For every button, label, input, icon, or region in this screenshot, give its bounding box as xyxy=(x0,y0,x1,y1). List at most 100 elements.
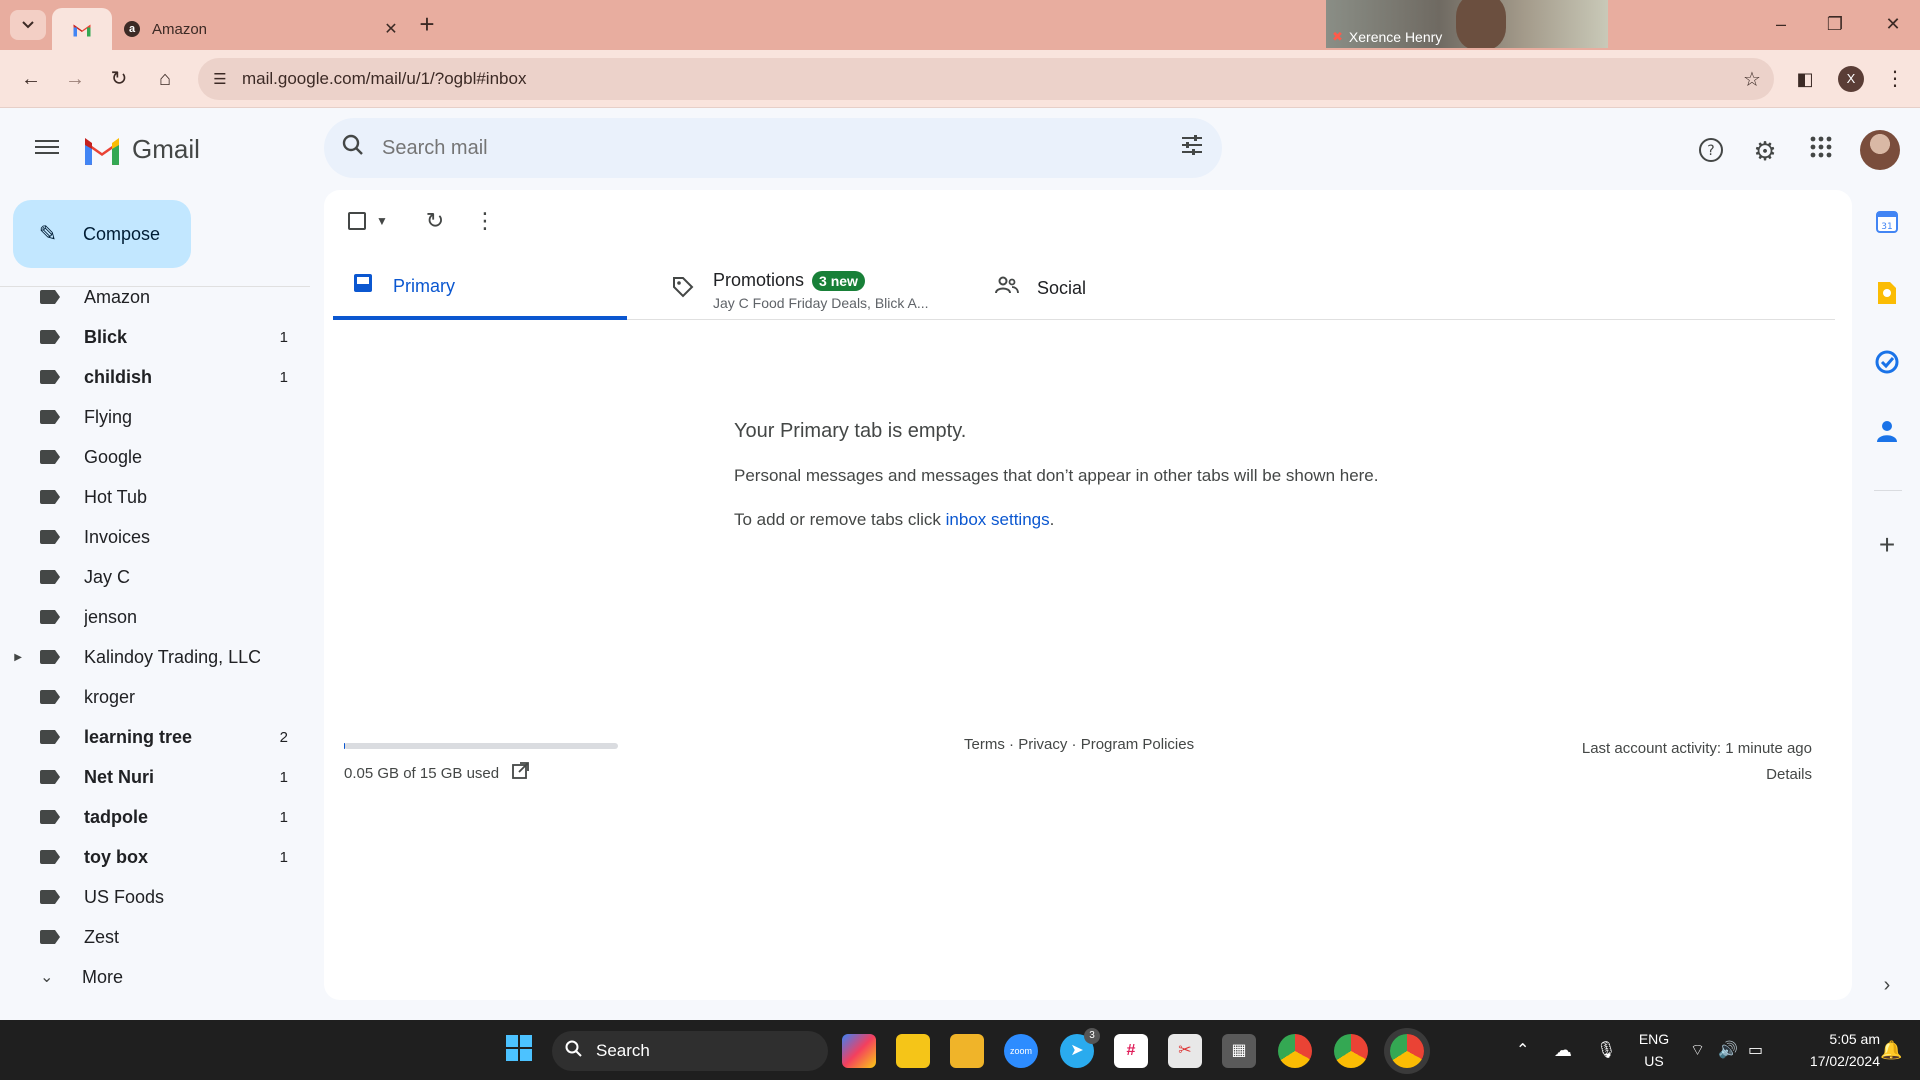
volume-icon[interactable]: 🔊 xyxy=(1718,1020,1738,1080)
google-apps-icon[interactable] xyxy=(1806,136,1836,166)
gmail-header: Gmail ? ⚙ xyxy=(0,108,1920,188)
browser-profile-avatar[interactable]: X xyxy=(1838,66,1864,92)
activity-details-link[interactable]: Details xyxy=(1766,766,1812,783)
calculator-icon[interactable]: ▦ xyxy=(1222,1034,1256,1068)
reload-button[interactable]: ↻ xyxy=(104,64,134,94)
windows-start-icon[interactable] xyxy=(502,1034,536,1068)
copilot-icon[interactable] xyxy=(842,1034,876,1068)
close-tab-icon[interactable]: ✕ xyxy=(380,19,402,39)
address-bar[interactable]: ☰ mail.google.com/mail/u/1/?ogbl#inbox ☆ xyxy=(198,58,1774,100)
label-item-us-foods[interactable]: US Foods xyxy=(0,877,300,917)
taskbar-search[interactable]: Search xyxy=(552,1031,828,1071)
sticky-notes-icon[interactable] xyxy=(896,1034,930,1068)
main-menu-icon[interactable] xyxy=(32,136,62,160)
label-item-google[interactable]: Google xyxy=(0,437,300,477)
video-call-preview[interactable]: ✖ Xerence Henry xyxy=(1326,0,1608,48)
tasks-icon[interactable] xyxy=(1872,350,1902,380)
label-item-flying[interactable]: Flying xyxy=(0,397,300,437)
restore-button[interactable]: ❐ xyxy=(1812,8,1858,40)
select-dropdown-icon[interactable]: ▼ xyxy=(372,206,392,236)
last-activity-text: Last account activity: 1 minute ago xyxy=(1581,740,1812,757)
browser-tab-amazon[interactable]: a Amazon ✕ xyxy=(112,8,402,50)
browser-tab-gmail[interactable] xyxy=(52,8,112,50)
snipping-tool-icon[interactable]: ✂ xyxy=(1168,1034,1202,1068)
chrome-active-icon[interactable] xyxy=(1390,1034,1424,1068)
tab-primary[interactable]: Primary xyxy=(333,256,627,320)
label-item-toy-box[interactable]: toy box 1 xyxy=(0,837,300,877)
close-window-button[interactable]: ✕ xyxy=(1870,8,1916,40)
clock-date: 17/02/2024 xyxy=(1809,1053,1880,1069)
battery-icon[interactable]: ▭ xyxy=(1748,1020,1763,1080)
site-info-icon[interactable]: ☰ xyxy=(198,70,242,88)
browser-toolbar: ← → ↻ ⌂ ☰ mail.google.com/mail/u/1/?ogbl… xyxy=(0,50,1920,108)
file-explorer-icon[interactable] xyxy=(950,1034,984,1068)
label-item-learning-tree[interactable]: learning tree 2 xyxy=(0,717,300,757)
compose-button[interactable]: ✎ Compose xyxy=(13,200,191,268)
label-item-net-nuri[interactable]: Net Nuri 1 xyxy=(0,757,300,797)
privacy-link[interactable]: Privacy xyxy=(1018,736,1067,753)
search-bar[interactable] xyxy=(324,118,1222,178)
language-indicator[interactable]: ENG US xyxy=(1636,1028,1672,1072)
account-avatar[interactable] xyxy=(1860,130,1900,170)
add-addon-icon[interactable]: + xyxy=(1872,530,1902,560)
expand-arrow-icon[interactable]: ▶ xyxy=(0,652,22,663)
help-icon[interactable]: ? xyxy=(1696,136,1726,166)
onedrive-icon[interactable]: ☁ xyxy=(1554,1020,1572,1080)
back-button[interactable]: ← xyxy=(16,64,46,94)
show-hidden-icons-icon[interactable]: ⌃ xyxy=(1516,1020,1529,1080)
refresh-icon[interactable]: ↻ xyxy=(420,206,450,236)
chrome-profile-icon[interactable] xyxy=(1334,1034,1368,1068)
terms-link[interactable]: Terms xyxy=(964,736,1005,753)
side-panel-icon[interactable]: ◧ xyxy=(1790,64,1820,94)
label-item-hot-tub[interactable]: Hot Tub xyxy=(0,477,300,517)
browser-menu-icon[interactable]: ⋮ xyxy=(1880,64,1910,94)
calendar-icon[interactable]: 31 xyxy=(1872,210,1902,240)
label-item-childish[interactable]: childish 1 xyxy=(0,357,300,397)
more-labels-toggle[interactable]: ⌄ More xyxy=(0,957,300,997)
label-item-invoices[interactable]: Invoices xyxy=(0,517,300,557)
program-policies-link[interactable]: Program Policies xyxy=(1081,736,1194,753)
bookmark-star-icon[interactable]: ☆ xyxy=(1730,67,1774,92)
home-button[interactable]: ⌂ xyxy=(150,64,180,94)
keep-icon[interactable] xyxy=(1872,280,1902,310)
label-item-jay-c[interactable]: Jay C xyxy=(0,557,300,597)
tab-promotions-label: Promotions xyxy=(713,270,805,290)
gmail-logo[interactable]: Gmail xyxy=(82,134,200,165)
tab-search-button[interactable] xyxy=(10,10,46,40)
tab-social[interactable]: Social xyxy=(977,256,1177,320)
new-tab-button[interactable]: + xyxy=(412,10,442,40)
hide-side-panel-icon[interactable]: › xyxy=(1872,970,1902,1000)
new-count-badge: 3 new xyxy=(812,270,865,291)
tab-promotions[interactable]: Promotions 3 new Jay C Food Friday Deals… xyxy=(653,256,933,320)
label-item-tadpole[interactable]: tadpole 1 xyxy=(0,797,300,837)
label-item-amazon[interactable]: Amazon xyxy=(0,277,300,317)
minimize-button[interactable]: – xyxy=(1758,8,1804,40)
label-item-kroger[interactable]: kroger xyxy=(0,677,300,717)
select-all-checkbox[interactable] xyxy=(348,212,366,230)
label-icon xyxy=(40,610,60,624)
more-actions-icon[interactable]: ⋮ xyxy=(470,206,500,236)
label-item-zest[interactable]: Zest xyxy=(0,917,300,957)
forward-button[interactable]: → xyxy=(60,64,90,94)
search-input[interactable] xyxy=(382,136,1162,160)
notifications-bell-icon[interactable]: 🔔 xyxy=(1880,1020,1902,1080)
contacts-icon[interactable] xyxy=(1872,420,1902,450)
label-icon xyxy=(40,450,60,464)
chrome-icon[interactable] xyxy=(1278,1034,1312,1068)
open-external-icon[interactable] xyxy=(511,762,530,784)
label-item-blick[interactable]: Blick 1 xyxy=(0,317,300,357)
label-icon xyxy=(40,570,60,584)
label-item-jenson[interactable]: jenson xyxy=(0,597,300,637)
label-item-kalindoy-trading[interactable]: ▶Kalindoy Trading, LLC - ... xyxy=(0,637,300,677)
search-icon[interactable] xyxy=(324,134,382,162)
inbox-settings-link[interactable]: inbox settings xyxy=(946,510,1050,529)
url-text[interactable]: mail.google.com/mail/u/1/?ogbl#inbox xyxy=(242,69,1730,89)
zoom-icon[interactable]: zoom xyxy=(1004,1034,1038,1068)
slack-icon[interactable]: # xyxy=(1114,1034,1148,1068)
system-clock[interactable]: 5:05 am 17/02/2024 xyxy=(1780,1028,1880,1072)
telegram-icon[interactable]: ➤ 3 xyxy=(1060,1028,1100,1068)
microphone-icon[interactable]: 🎙 xyxy=(1596,1020,1616,1080)
settings-gear-icon[interactable]: ⚙ xyxy=(1750,136,1780,166)
wifi-icon[interactable]: ⌔ xyxy=(1690,1020,1705,1080)
search-options-icon[interactable] xyxy=(1162,134,1222,162)
